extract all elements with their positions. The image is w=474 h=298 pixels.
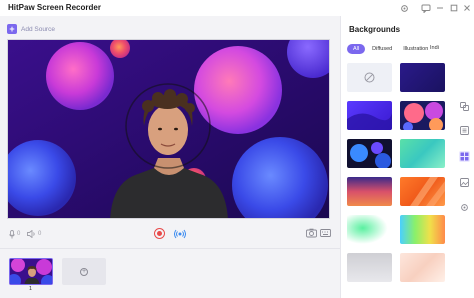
plus-icon: +: [7, 24, 17, 34]
backgrounds-title: Backgrounds: [349, 25, 401, 34]
mic-control[interactable]: 0: [9, 228, 20, 240]
backgrounds-icon[interactable]: [459, 151, 470, 162]
no-background-tile[interactable]: [347, 63, 392, 92]
background-tile[interactable]: [400, 253, 445, 282]
divider: [0, 248, 340, 249]
gear-icon[interactable]: [459, 202, 470, 213]
app-title: HitPaw Screen Recorder: [8, 3, 101, 12]
preview-canvas[interactable]: [7, 39, 330, 219]
keyboard-icon[interactable]: [320, 229, 331, 238]
background-tile[interactable]: [400, 177, 445, 206]
background-tile-art: [347, 113, 392, 130]
add-source-label: Add Source: [21, 25, 55, 33]
background-tile[interactable]: [400, 63, 445, 92]
background-tile[interactable]: [347, 253, 392, 282]
feedback-icon[interactable]: [421, 3, 431, 13]
background-tile-art: [403, 102, 443, 130]
tab-illustration[interactable]: Illustration: [399, 44, 432, 54]
preview-image: [8, 40, 329, 218]
close-icon[interactable]: [462, 3, 472, 13]
background-tile-art: [347, 215, 392, 244]
background-tile[interactable]: [400, 101, 445, 130]
speaker-icon: [27, 230, 35, 238]
camera-icon[interactable]: [306, 228, 317, 239]
no-background-icon: [364, 72, 375, 83]
background-tile[interactable]: [347, 101, 392, 130]
background-tile-art: [410, 177, 445, 206]
title-bar: HitPaw Screen Recorder: [0, 0, 474, 16]
backgrounds-tabs: All Diffused Illustration: [347, 43, 432, 54]
background-tile[interactable]: [400, 139, 445, 168]
add-source-button[interactable]: + Add Source: [7, 23, 55, 35]
microphone-icon: [9, 229, 15, 238]
list-icon[interactable]: [459, 125, 470, 136]
scene-thumbnail-image: [10, 259, 52, 284]
scene-number: 1: [29, 286, 33, 292]
background-tile[interactable]: [347, 139, 392, 168]
background-tile[interactable]: [400, 215, 445, 244]
settings-icon[interactable]: [399, 3, 409, 13]
record-icon: [157, 231, 162, 236]
speaker-level: 0: [38, 231, 42, 237]
tab-diffused[interactable]: Diffused: [368, 44, 396, 54]
tab-indi[interactable]: Indi: [430, 45, 446, 51]
background-tile-art: [350, 142, 391, 168]
image-icon[interactable]: [459, 177, 470, 188]
layers-icon[interactable]: [459, 101, 470, 112]
record-button[interactable]: [154, 228, 165, 239]
scene-thumbnail[interactable]: [9, 258, 53, 285]
mic-level: 0: [17, 231, 21, 237]
add-scene-icon: +: [80, 267, 88, 276]
minimize-icon[interactable]: [435, 3, 445, 13]
tab-all[interactable]: All: [347, 43, 366, 54]
background-tile[interactable]: [347, 177, 392, 206]
add-scene-button[interactable]: +: [62, 258, 106, 285]
speaker-control[interactable]: 0: [27, 228, 41, 240]
background-tile[interactable]: [347, 215, 392, 244]
maximize-icon[interactable]: [449, 3, 459, 13]
live-stream-icon[interactable]: [174, 228, 186, 240]
